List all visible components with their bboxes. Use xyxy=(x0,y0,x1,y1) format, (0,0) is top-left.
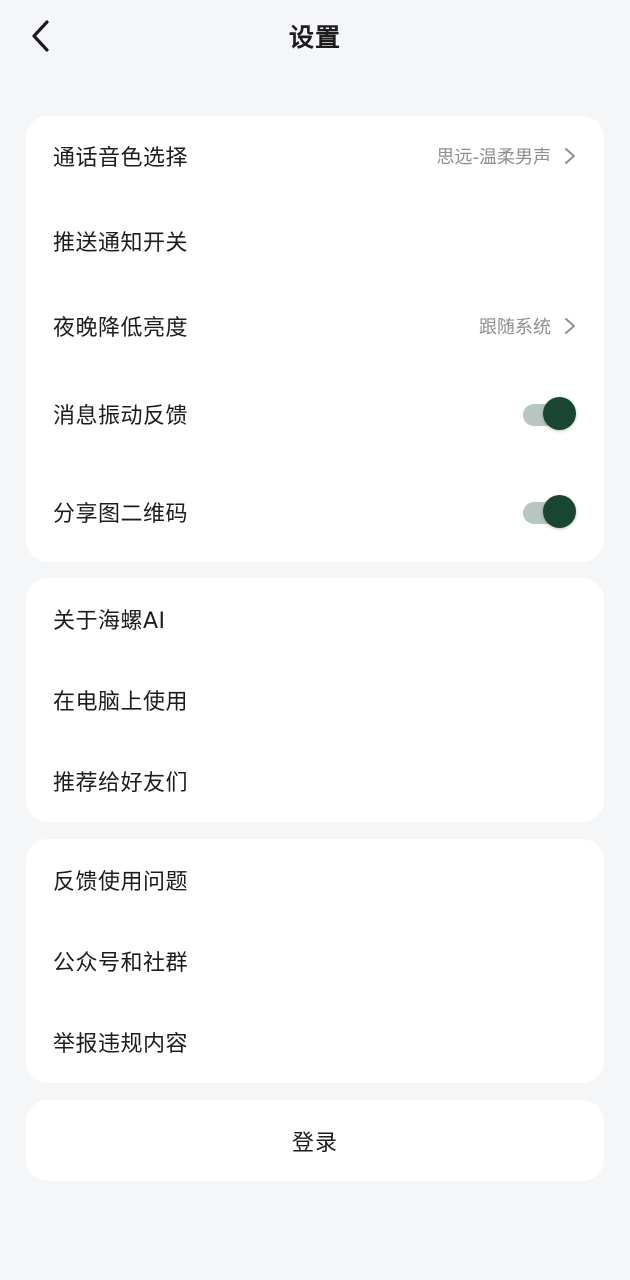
header: 设置 xyxy=(0,0,630,76)
voice-select-value: 思远-温柔男声 xyxy=(436,147,552,168)
vibration-feedback-toggle[interactable] xyxy=(523,396,577,432)
toggle-knob xyxy=(543,495,576,528)
report-content-label: 举报违规内容 xyxy=(53,1032,189,1057)
toggle-knob xyxy=(543,397,576,430)
settings-group-support: 反馈使用问题 公众号和社群 举报违规内容 xyxy=(26,839,604,1083)
push-notification-label: 推送通知开关 xyxy=(53,231,189,256)
share-qrcode-item: 分享图二维码 xyxy=(26,472,604,552)
login-label: 登录 xyxy=(291,1130,338,1156)
settings-group-about: 关于海螺AI 在电脑上使用 推荐给好友们 xyxy=(26,578,604,822)
about-label: 关于海螺AI xyxy=(53,609,166,634)
recommend-friends-item[interactable]: 推荐给好友们 xyxy=(26,740,604,822)
community-label: 公众号和社群 xyxy=(53,951,189,976)
feedback-item[interactable]: 反馈使用问题 xyxy=(26,839,604,921)
push-notification-item[interactable]: 推送通知开关 xyxy=(26,201,604,281)
page-title: 设置 xyxy=(288,23,341,52)
community-item[interactable]: 公众号和社群 xyxy=(26,920,604,1002)
night-brightness-label: 夜晚降低亮度 xyxy=(53,316,189,341)
voice-select-item[interactable]: 通话音色选择 思远-温柔男声 xyxy=(26,116,604,196)
night-brightness-value: 跟随系统 xyxy=(479,317,551,338)
desktop-use-label: 在电脑上使用 xyxy=(53,690,189,715)
report-content-item[interactable]: 举报违规内容 xyxy=(26,1001,604,1083)
settings-group-preferences: 通话音色选择 思远-温柔男声 推送通知开关 夜晚降低亮度 跟随系统 消息振动反馈 xyxy=(26,116,604,562)
vibration-feedback-label: 消息振动反馈 xyxy=(53,404,189,429)
share-qrcode-label: 分享图二维码 xyxy=(53,502,189,527)
desktop-use-item[interactable]: 在电脑上使用 xyxy=(26,659,604,741)
chevron-right-icon xyxy=(565,148,575,164)
about-item[interactable]: 关于海螺AI xyxy=(26,578,604,660)
share-qrcode-toggle[interactable] xyxy=(523,494,577,530)
chevron-right-icon xyxy=(565,318,575,334)
recommend-friends-label: 推荐给好友们 xyxy=(53,771,189,796)
login-button[interactable]: 登录 xyxy=(26,1100,604,1181)
voice-select-label: 通话音色选择 xyxy=(53,146,189,171)
night-brightness-item[interactable]: 夜晚降低亮度 跟随系统 xyxy=(26,286,604,366)
vibration-feedback-item: 消息振动反馈 xyxy=(26,374,604,454)
feedback-label: 反馈使用问题 xyxy=(53,870,189,895)
